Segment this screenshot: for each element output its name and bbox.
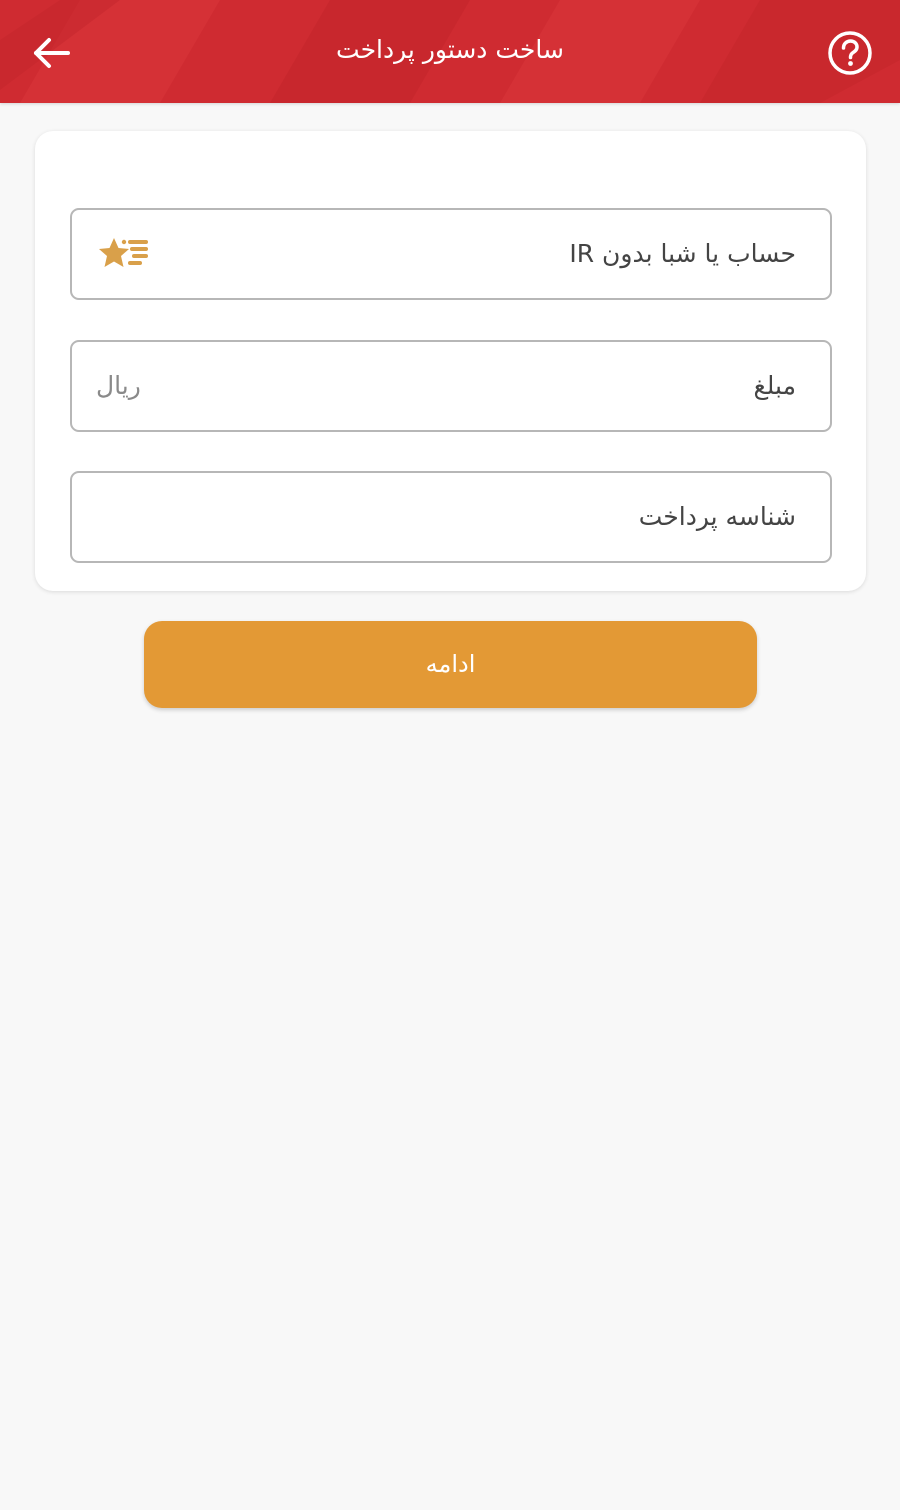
payment-id-field[interactable]: شناسه پرداخت: [70, 471, 832, 563]
page-title: ساخت دستور پرداخت: [336, 35, 564, 64]
currency-suffix: ریال: [96, 371, 141, 400]
account-field-label: حساب یا شبا بدون IR: [569, 239, 796, 268]
amount-field[interactable]: مبلغ ریال: [70, 340, 832, 432]
form-card: حساب یا شبا بدون IR مبلغ ریال شناسه پردا…: [35, 131, 866, 591]
app-header: ساخت دستور پرداخت: [0, 0, 900, 103]
star-favorites-icon[interactable]: [94, 234, 154, 274]
payment-id-field-label: شناسه پرداخت: [638, 502, 796, 531]
account-or-sheba-field[interactable]: حساب یا شبا بدون IR: [70, 208, 832, 300]
question-circle-icon: [828, 31, 872, 75]
continue-button[interactable]: ادامه: [144, 621, 757, 708]
help-button[interactable]: [818, 25, 882, 81]
amount-field-label: مبلغ: [753, 371, 796, 400]
